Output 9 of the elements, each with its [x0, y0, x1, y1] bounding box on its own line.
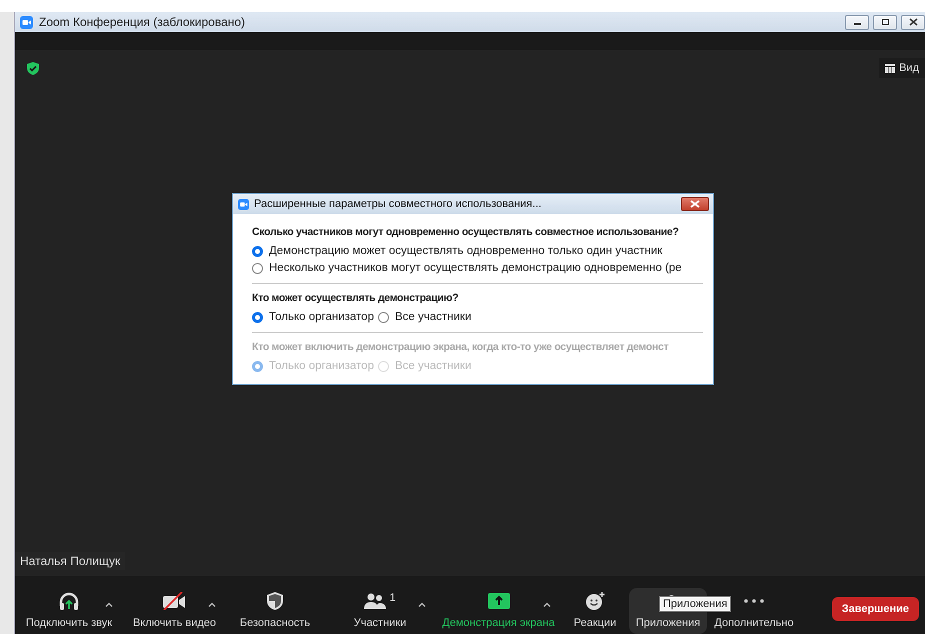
participant-count: 1 [389, 592, 396, 604]
dialog-title: Расширенные параметры совместного использования... [254, 198, 542, 210]
window-title: Zoom Конференция (заблокировано) [39, 15, 246, 29]
radio-option: Только организатор [252, 360, 374, 372]
section-heading: Сколько участников могут одновременно осуществлять совместное использование? [252, 225, 680, 239]
radio-option: Все участники [378, 360, 472, 372]
section-heading: Кто может осуществлять демонстрацию? [252, 291, 460, 305]
section-heading: Кто может включить демонстрацию экрана, когда кто-то уже осуществляет демонст [252, 340, 670, 354]
tooltip: Приложения [659, 596, 732, 612]
